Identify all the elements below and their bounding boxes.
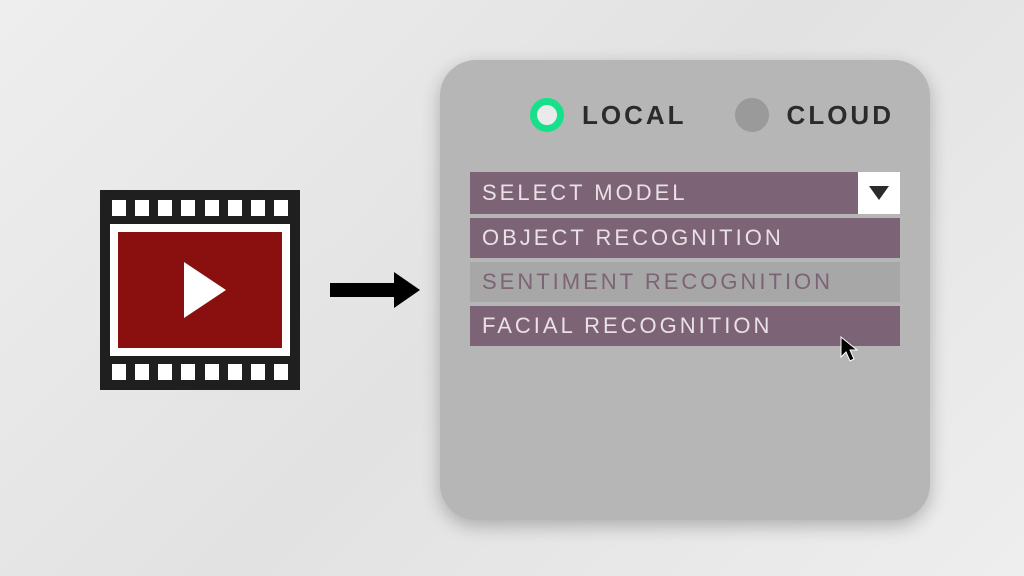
radio-cloud-label: CLOUD (787, 100, 894, 131)
model-select: SELECT MODEL OBJECT RECOGNITION SENTIMEN… (470, 172, 900, 346)
model-option-sentiment[interactable]: SENTIMENT RECOGNITION (470, 262, 900, 302)
radio-cloud[interactable] (735, 98, 769, 132)
chevron-down-icon (869, 186, 889, 200)
model-option-object[interactable]: OBJECT RECOGNITION (470, 218, 900, 258)
film-reel-icon (110, 200, 290, 380)
radio-local[interactable] (530, 98, 564, 132)
video-file-icon (100, 190, 300, 390)
radio-local-label: LOCAL (582, 100, 687, 131)
option-label: FACIAL RECOGNITION (482, 313, 772, 339)
model-select-caret[interactable] (858, 172, 900, 214)
play-icon (184, 262, 226, 318)
video-frame (110, 224, 290, 356)
deployment-radio-group: LOCAL CLOUD (530, 98, 900, 132)
film-sprockets-bottom (110, 364, 290, 380)
model-select-placeholder: SELECT MODEL (470, 172, 858, 214)
film-sprockets-top (110, 200, 290, 216)
model-config-panel: LOCAL CLOUD SELECT MODEL OBJECT RECOGNIT… (440, 60, 930, 520)
arrow-right-icon (330, 276, 420, 304)
option-label: SENTIMENT RECOGNITION (482, 269, 833, 295)
option-label: OBJECT RECOGNITION (482, 225, 784, 251)
model-option-facial[interactable]: FACIAL RECOGNITION (470, 306, 900, 346)
model-select-header[interactable]: SELECT MODEL (470, 172, 900, 214)
